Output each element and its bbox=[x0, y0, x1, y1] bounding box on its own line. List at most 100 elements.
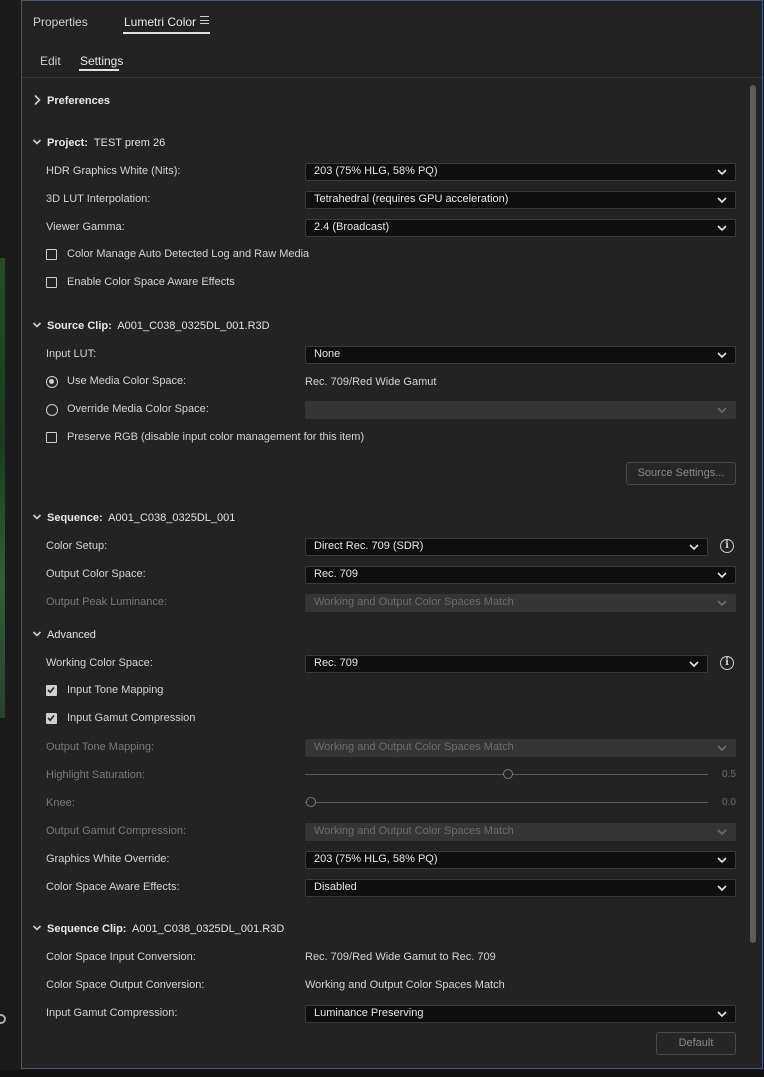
working-cs-value: Rec. 709 bbox=[314, 657, 359, 669]
output-conv-value: Working and Output Color Spaces Match bbox=[305, 979, 505, 991]
override-dropdown[interactable] bbox=[305, 401, 736, 419]
input-gamut-checkbox[interactable] bbox=[46, 713, 57, 724]
chevron-right-icon bbox=[34, 95, 41, 106]
lut-interp-value: Tetrahedral (requires GPU acceleration) bbox=[314, 193, 509, 205]
knee-slider[interactable] bbox=[305, 802, 708, 803]
input-lut-value: None bbox=[314, 348, 341, 360]
output-gamut-dropdown[interactable]: Working and Output Color Spaces Match bbox=[305, 823, 736, 841]
color-manage-checkbox[interactable] bbox=[46, 249, 57, 260]
working-cs-dropdown[interactable]: Rec. 709 bbox=[305, 655, 708, 673]
chevron-down-icon bbox=[717, 352, 727, 359]
seq-input-gamut-dropdown[interactable]: Luminance Preserving bbox=[305, 1005, 736, 1023]
tab-lumetri-color[interactable]: Lumetri Color bbox=[124, 15, 196, 29]
source-clip-name: A001_C038_0325DL_001.R3D bbox=[117, 320, 270, 332]
info-icon[interactable]: i bbox=[720, 656, 734, 670]
seq-input-gamut-value: Luminance Preserving bbox=[314, 1007, 424, 1019]
input-lut-label: Input LUT: bbox=[46, 348, 97, 360]
source-clip-section-header[interactable]: Source Clip: A001_C038_0325DL_001.R3D bbox=[32, 320, 270, 336]
cs-aware-checkbox[interactable] bbox=[46, 277, 57, 288]
working-cs-label: Working Color Space: bbox=[46, 657, 153, 669]
knee-label: Knee: bbox=[46, 797, 75, 809]
tab-settings[interactable]: Settings bbox=[80, 54, 123, 68]
peak-lum-label: Output Peak Luminance: bbox=[46, 596, 168, 608]
chevron-down-icon bbox=[717, 407, 727, 414]
viewer-gamma-label: Viewer Gamma: bbox=[46, 221, 125, 233]
gfx-white-dropdown[interactable]: 203 (75% HLG, 58% PQ) bbox=[305, 851, 736, 869]
viewer-gamma-value: 2.4 (Broadcast) bbox=[314, 221, 390, 233]
viewer-gamma-dropdown[interactable]: 2.4 (Broadcast) bbox=[305, 219, 736, 237]
hdr-white-dropdown[interactable]: 203 (75% HLG, 58% PQ) bbox=[305, 163, 736, 181]
override-radio[interactable] bbox=[46, 404, 58, 416]
active-tab-indicator bbox=[123, 32, 210, 34]
input-conv-value: Rec. 709/Red Wide Gamut to Rec. 709 bbox=[305, 951, 496, 963]
info-icon[interactable]: i bbox=[720, 539, 734, 553]
knee-value: 0.0 bbox=[722, 797, 736, 808]
lut-interp-dropdown[interactable]: Tetrahedral (requires GPU acceleration) bbox=[305, 191, 736, 209]
settings-content: Preferences Project: TEST prem 26 HDR Gr… bbox=[22, 79, 748, 1069]
output-tone-dropdown[interactable]: Working and Output Color Spaces Match bbox=[305, 739, 736, 757]
chevron-down-icon bbox=[717, 600, 727, 607]
scrollbar[interactable] bbox=[750, 85, 756, 943]
highlight-sat-value: 0.5 bbox=[722, 769, 736, 780]
preferences-section-header[interactable]: Preferences bbox=[32, 95, 110, 111]
output-gamut-label: Output Gamut Compression: bbox=[46, 825, 187, 837]
menu-icon[interactable] bbox=[200, 16, 209, 24]
panel-tabs: Properties Lumetri Color bbox=[22, 1, 762, 41]
source-settings-button[interactable]: Source Settings... bbox=[626, 462, 736, 485]
output-conv-label: Color Space Output Conversion: bbox=[46, 979, 205, 991]
cs-aware-effects-dropdown[interactable]: Disabled bbox=[305, 879, 736, 897]
use-media-radio[interactable] bbox=[46, 376, 58, 388]
background-circle-icon bbox=[0, 1014, 6, 1024]
hdr-white-label: HDR Graphics White (Nits): bbox=[46, 165, 181, 177]
chevron-down-icon bbox=[717, 829, 727, 836]
chevron-down-icon bbox=[717, 572, 727, 579]
cs-aware-label: Enable Color Space Aware Effects bbox=[67, 276, 235, 288]
chevron-down-icon bbox=[717, 1011, 727, 1018]
output-gamut-value: Working and Output Color Spaces Match bbox=[314, 825, 514, 837]
input-conv-label: Color Space Input Conversion: bbox=[46, 951, 196, 963]
lut-interp-label: 3D LUT Interpolation: bbox=[46, 193, 151, 205]
cs-aware-effects-value: Disabled bbox=[314, 881, 357, 893]
chevron-down-icon bbox=[717, 197, 727, 204]
project-name: TEST prem 26 bbox=[93, 137, 166, 149]
tab-edit[interactable]: Edit bbox=[40, 54, 61, 68]
chevron-down-icon bbox=[32, 139, 42, 145]
input-tone-label: Input Tone Mapping bbox=[67, 684, 164, 696]
seq-input-gamut-label: Input Gamut Compression: bbox=[46, 1007, 178, 1019]
chevron-down-icon bbox=[32, 925, 42, 931]
output-tone-value: Working and Output Color Spaces Match bbox=[314, 741, 514, 753]
advanced-section-header[interactable]: Advanced bbox=[32, 629, 96, 645]
project-section-header[interactable]: Project: TEST prem 26 bbox=[32, 137, 165, 153]
output-cs-label: Output Color Space: bbox=[46, 568, 146, 580]
use-media-label: Use Media Color Space: bbox=[67, 375, 187, 387]
highlight-sat-label: Highlight Saturation: bbox=[46, 769, 146, 781]
tab-properties[interactable]: Properties bbox=[33, 15, 88, 29]
input-lut-dropdown[interactable]: None bbox=[305, 346, 736, 364]
input-gamut-label: Input Gamut Compression bbox=[67, 712, 196, 724]
chevron-down-icon bbox=[689, 544, 699, 551]
sequence-clip-section-header[interactable]: Sequence Clip: A001_C038_0325DL_001.R3D bbox=[32, 923, 284, 939]
chevron-down-icon bbox=[717, 885, 727, 892]
peak-lum-dropdown[interactable]: Working and Output Color Spaces Match bbox=[305, 594, 736, 612]
color-setup-value: Direct Rec. 709 (SDR) bbox=[314, 540, 424, 552]
chevron-down-icon bbox=[717, 169, 727, 176]
output-cs-value: Rec. 709 bbox=[314, 568, 359, 580]
chevron-down-icon bbox=[717, 857, 727, 864]
peak-lum-value: Working and Output Color Spaces Match bbox=[314, 596, 514, 608]
gfx-white-value: 203 (75% HLG, 58% PQ) bbox=[314, 853, 438, 865]
knee-slider-thumb[interactable] bbox=[306, 797, 316, 807]
chevron-down-icon bbox=[689, 661, 699, 668]
highlight-sat-slider-thumb[interactable] bbox=[503, 769, 513, 779]
preserve-rgb-label: Preserve RGB (disable input color manage… bbox=[67, 431, 365, 443]
color-setup-dropdown[interactable]: Direct Rec. 709 (SDR) bbox=[305, 538, 708, 556]
bottom-edge bbox=[0, 1070, 764, 1077]
input-tone-checkbox[interactable] bbox=[46, 685, 57, 696]
color-manage-label: Color Manage Auto Detected Log and Raw M… bbox=[67, 248, 310, 260]
default-button[interactable]: Default bbox=[656, 1032, 736, 1055]
preserve-rgb-checkbox[interactable] bbox=[46, 432, 57, 443]
chevron-down-icon bbox=[32, 631, 42, 637]
output-cs-dropdown[interactable]: Rec. 709 bbox=[305, 566, 736, 584]
sequence-section-header[interactable]: Sequence: A001_C038_0325DL_001 bbox=[32, 512, 235, 528]
hdr-white-value: 203 (75% HLG, 58% PQ) bbox=[314, 165, 438, 177]
lumetri-subtabs: Edit Settings bbox=[22, 45, 762, 78]
